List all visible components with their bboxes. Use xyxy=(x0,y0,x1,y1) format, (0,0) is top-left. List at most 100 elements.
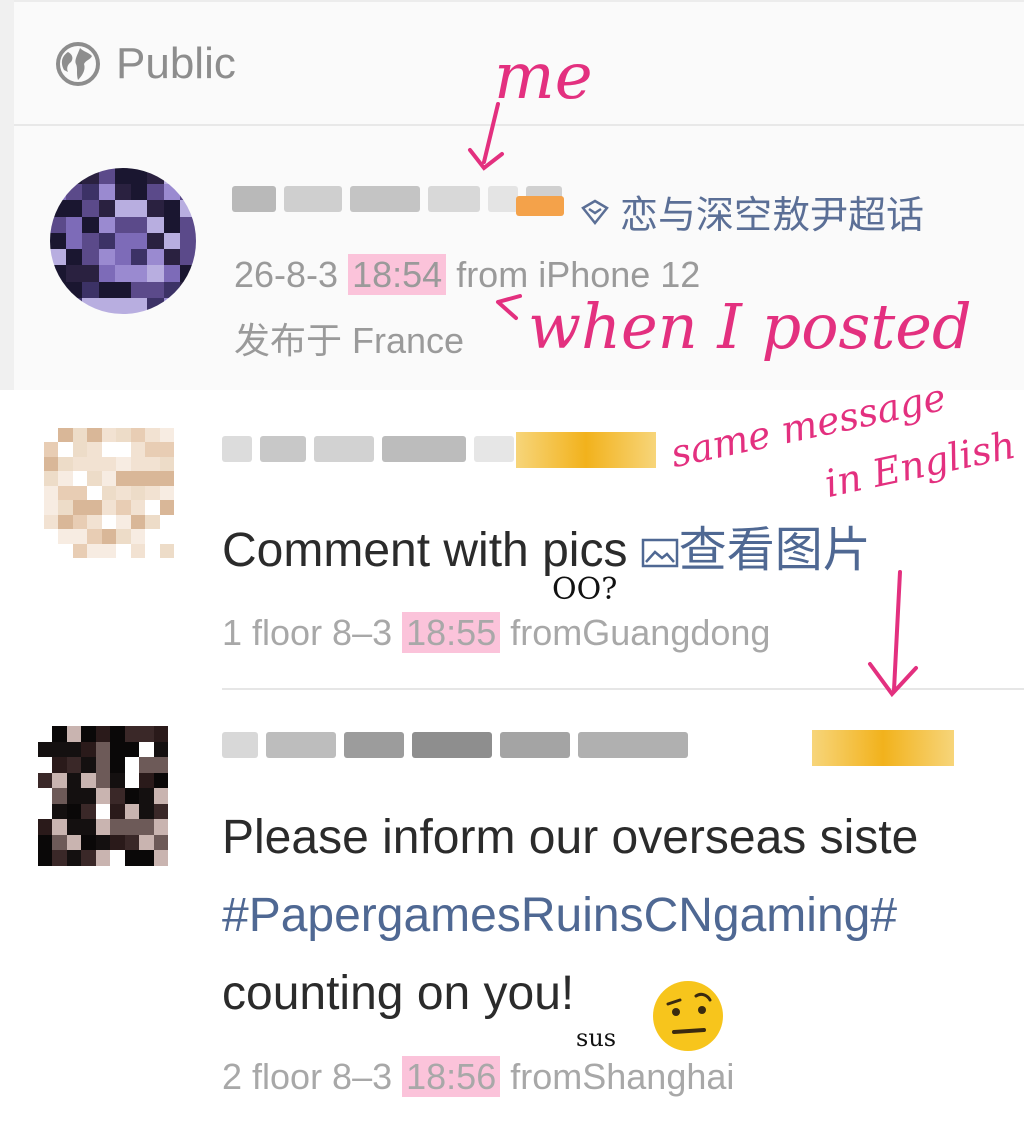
avatar-pixel xyxy=(44,456,59,472)
avatar-pixel xyxy=(114,184,132,201)
avatar-pixel xyxy=(147,216,164,233)
avatar-pixel xyxy=(116,428,131,443)
avatar-pixel xyxy=(116,543,131,558)
avatar-pixel xyxy=(98,184,115,201)
avatar-pixel xyxy=(139,819,154,835)
avatar-pixel xyxy=(52,819,67,835)
avatar-pixel xyxy=(153,788,168,804)
avatar-pixel xyxy=(66,216,83,233)
avatar-pixel xyxy=(38,757,53,773)
avatar-pixel xyxy=(87,485,102,501)
comment-2-line-1: Please inform our overseas siste xyxy=(222,811,919,864)
raised-eyebrow-emoji-icon xyxy=(653,981,723,1051)
avatar-pixel xyxy=(145,428,160,443)
avatar-pixel xyxy=(72,543,88,558)
commenter-2-name-blurred[interactable] xyxy=(222,732,688,758)
avatar-pixel xyxy=(87,428,102,443)
avatar-pixel xyxy=(44,485,59,501)
avatar-pixel xyxy=(139,757,154,773)
avatar-pixel xyxy=(110,726,125,742)
avatar-pixel xyxy=(179,232,196,250)
avatar-pixel xyxy=(72,471,88,486)
avatar-pixel xyxy=(114,216,132,233)
avatar-pixel xyxy=(38,803,53,820)
commenter-2-avatar[interactable] xyxy=(38,726,168,866)
avatar-pixel xyxy=(153,850,168,866)
avatar-pixel xyxy=(101,500,117,515)
avatar-pixel xyxy=(124,788,140,804)
avatar-pixel xyxy=(38,834,53,851)
comment-1-origin: fromGuangdong xyxy=(510,612,771,653)
avatar-pixel xyxy=(98,249,115,266)
avatar-pixel xyxy=(139,741,154,758)
avatar-pixel xyxy=(153,819,168,835)
supertopic-link[interactable]: 恋与深空敖尹超话 xyxy=(580,184,924,239)
commenter-1-avatar[interactable] xyxy=(44,428,174,558)
avatar-pixel xyxy=(101,485,117,501)
avatar-pixel xyxy=(66,850,82,866)
hashtag-link[interactable]: #PapergamesRuinsCNgaming# xyxy=(222,888,897,943)
avatar-pixel xyxy=(38,850,53,866)
avatar-pixel xyxy=(139,803,154,820)
fan-badge xyxy=(812,730,954,766)
avatar-pixel xyxy=(130,543,146,558)
avatar-pixel xyxy=(58,543,73,558)
fan-badge xyxy=(516,432,656,468)
avatar-pixel xyxy=(87,543,102,558)
avatar-pixel xyxy=(72,529,88,544)
commenter-1-name-blurred[interactable] xyxy=(222,436,514,462)
avatar-pixel xyxy=(82,249,99,266)
view-pictures-link[interactable]: 查看图片 xyxy=(641,524,871,577)
avatar-pixel xyxy=(163,216,180,233)
avatar-pixel xyxy=(52,726,67,742)
avatar-pixel xyxy=(58,442,73,457)
avatar-pixel xyxy=(52,772,67,789)
poster-avatar[interactable] xyxy=(50,168,196,314)
avatar-pixel xyxy=(116,485,131,501)
avatar-pixel xyxy=(58,471,73,486)
avatar-pixel xyxy=(114,265,132,282)
avatar-pixel xyxy=(159,529,174,544)
avatar-pixel xyxy=(98,281,115,298)
avatar-pixel xyxy=(72,500,88,515)
avatar-pixel xyxy=(81,850,96,866)
avatar-pixel xyxy=(66,834,82,851)
avatar-pixel xyxy=(145,543,160,558)
avatar-pixel xyxy=(163,249,180,266)
post-location: 发布于 France xyxy=(234,320,465,361)
avatar-pixel xyxy=(82,265,99,282)
avatar-pixel xyxy=(147,249,164,266)
avatar-pixel xyxy=(139,726,154,742)
avatar-pixel xyxy=(81,741,96,758)
avatar-pixel xyxy=(101,514,117,530)
avatar-pixel xyxy=(153,803,168,820)
avatar-pixel xyxy=(87,514,102,530)
avatar-pixel xyxy=(38,726,53,742)
globe-icon xyxy=(56,42,100,86)
avatar-pixel xyxy=(130,514,146,530)
avatar-pixel xyxy=(66,265,83,282)
annotation-when-posted: when I posted xyxy=(528,290,972,363)
avatar-pixel xyxy=(52,803,67,820)
comment-2-meta: 2 floor 8–3 18:56 fromShanghai xyxy=(222,1056,734,1098)
avatar-pixel xyxy=(114,232,132,250)
comment-1-text: Comment with pics 查看图片 xyxy=(222,510,871,580)
avatar-pixel xyxy=(66,819,82,835)
avatar-pixel xyxy=(124,741,140,758)
avatar-pixel xyxy=(81,788,96,804)
poster-name-blurred[interactable] xyxy=(232,186,562,212)
avatar-pixel xyxy=(101,529,117,544)
avatar-pixel xyxy=(153,772,168,789)
supertopic-label: 恋与深空敖尹超话 xyxy=(620,195,925,237)
avatar-pixel xyxy=(72,442,88,457)
avatar-pixel xyxy=(147,200,164,217)
divider xyxy=(222,688,1024,690)
avatar-pixel xyxy=(52,757,67,773)
visibility-row[interactable]: Public xyxy=(54,36,236,92)
avatar-pixel xyxy=(130,456,146,472)
avatar-pixel xyxy=(163,265,180,282)
avatar-pixel xyxy=(110,741,125,758)
avatar-pixel xyxy=(58,485,73,501)
avatar-pixel xyxy=(116,514,131,530)
image-icon xyxy=(641,539,679,568)
